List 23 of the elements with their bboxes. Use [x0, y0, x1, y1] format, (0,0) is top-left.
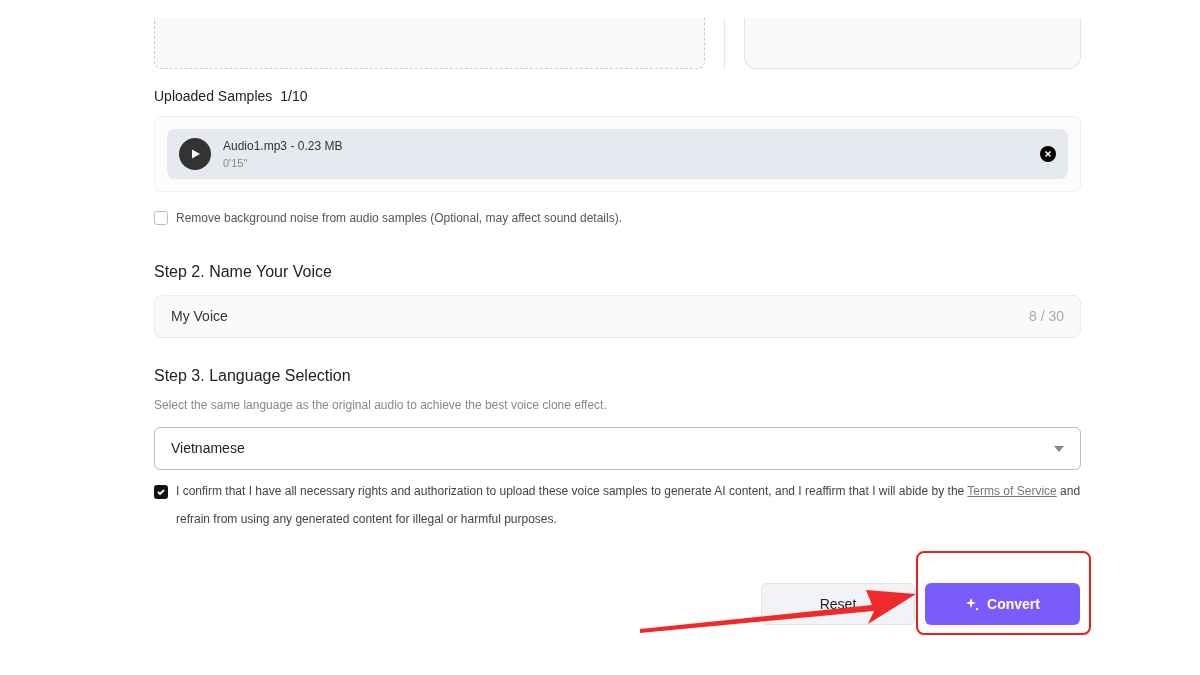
field-value: My Voice — [171, 307, 228, 326]
terms-link[interactable]: Terms of Service — [967, 484, 1057, 498]
option-label: Remove background noise from audio samples (Optional, may affect sound details). — [176, 210, 622, 227]
sample-count: 1/10 — [280, 87, 308, 106]
voice-name-field[interactable]: My Voice 8 / 30 — [154, 295, 1081, 338]
step-title: Step 3. Language Selection — [154, 366, 352, 386]
checkbox[interactable] — [154, 485, 168, 499]
sparkle-icon — [965, 597, 980, 611]
step-title: Step 2. Name Your Voice — [154, 262, 333, 282]
close-icon[interactable] — [1040, 146, 1056, 162]
duration: 0'15'' — [223, 155, 249, 171]
checkbox[interactable] — [154, 211, 168, 225]
convert-button[interactable]: Convert — [925, 583, 1080, 625]
consent-text: I confirm that I have all necessary rights and authorization to upload these voice samples to generate AI content, and I reaffirm that I will abide by the Terms of Service and refrain from using any generated content for illegal or harmful purposes. — [176, 483, 1081, 528]
check-icon — [156, 487, 166, 497]
select-value: Vietnamese — [171, 439, 245, 458]
file-name: Audio1.mp3 - 0.23 MB — [223, 137, 343, 155]
hint-text: Select the same language as the original audio to achieve the best voice clone effect. — [154, 397, 608, 414]
play-icon[interactable] — [179, 138, 211, 170]
caret-icon — [1054, 445, 1064, 452]
section-title: Uploaded Samples — [154, 87, 273, 106]
language-select[interactable]: Vietnamese — [154, 427, 1081, 470]
character-counter: 8 / 30 — [1028, 307, 1064, 326]
